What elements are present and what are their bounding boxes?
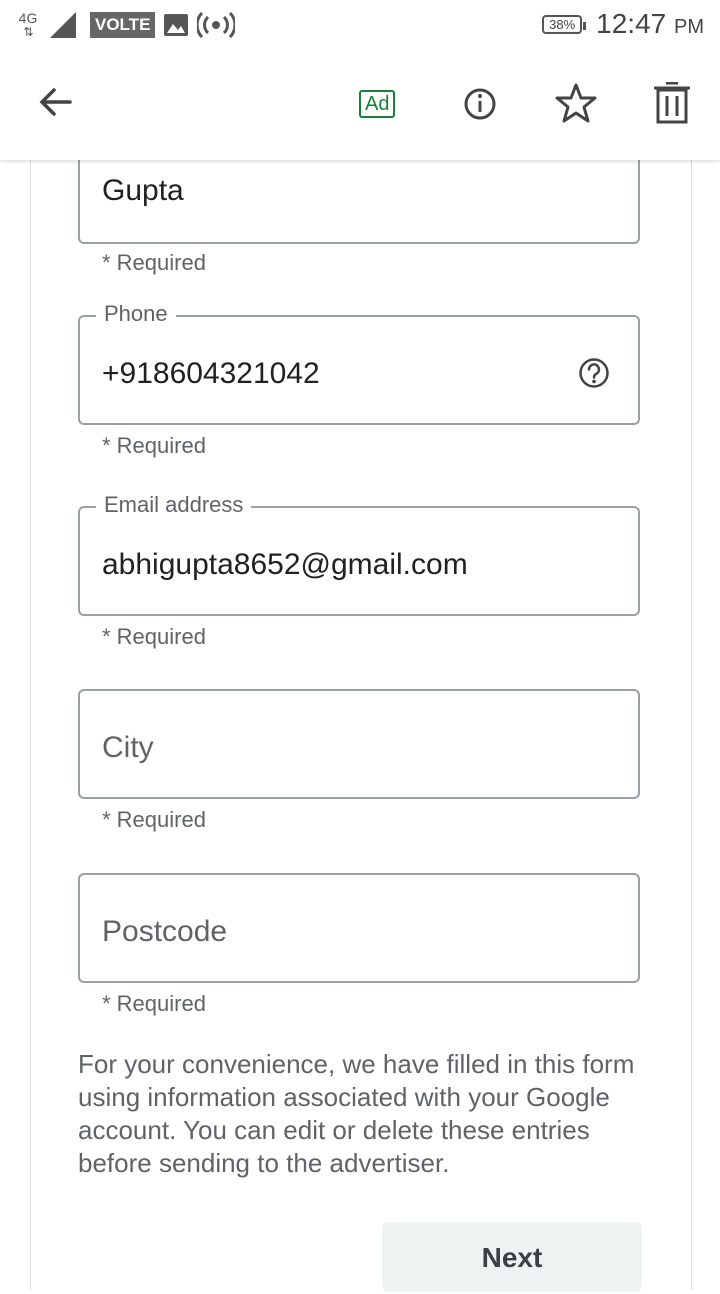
volte-badge: VOLTE [90,12,156,38]
prefill-notice: For your convenience, we have filled in … [78,1049,635,1178]
postcode-required: * Required [102,991,206,1016]
clock: 12:47 PM [596,8,704,39]
next-button[interactable]: Next [382,1222,642,1292]
city-required: * Required [102,807,206,832]
image-icon [164,14,189,36]
help-icon[interactable] [578,357,610,389]
back-arrow-icon[interactable] [36,82,76,122]
postcode-field[interactable]: Postcode [78,873,640,983]
status-right: 38% 12:47 PM [542,8,704,40]
city-placeholder: City [102,731,154,764]
last-name-value: Gupta [102,174,184,207]
postcode-placeholder: Postcode [102,915,228,948]
phone-required: * Required [102,433,206,458]
info-icon[interactable] [462,82,498,122]
email-value: abhigupta8652@gmail.com [102,548,468,581]
battery-indicator: 38% [542,14,587,34]
status-left: 4G ⇅ VOLTE [16,10,236,40]
delete-icon[interactable] [654,82,690,124]
ad-badge: Ad [359,90,396,118]
phone-field[interactable]: Phone +918604321042 [78,301,640,425]
network-type: 4G ⇅ [18,10,38,39]
email-field[interactable]: Email address abhigupta8652@gmail.com [78,492,640,616]
app-bar: Ad [0,50,720,160]
phone-label: Phone [96,301,176,327]
star-icon[interactable] [555,82,597,124]
hotspot-icon [197,12,236,38]
phone-value: +918604321042 [102,357,320,390]
last-name-required: * Required [102,250,206,275]
status-bar: 4G ⇅ VOLTE 38% 12:47 PM [0,0,720,50]
email-label: Email address [96,492,252,518]
email-required: * Required [102,624,206,649]
signal-icon [50,12,76,38]
city-field[interactable]: City [78,689,640,799]
